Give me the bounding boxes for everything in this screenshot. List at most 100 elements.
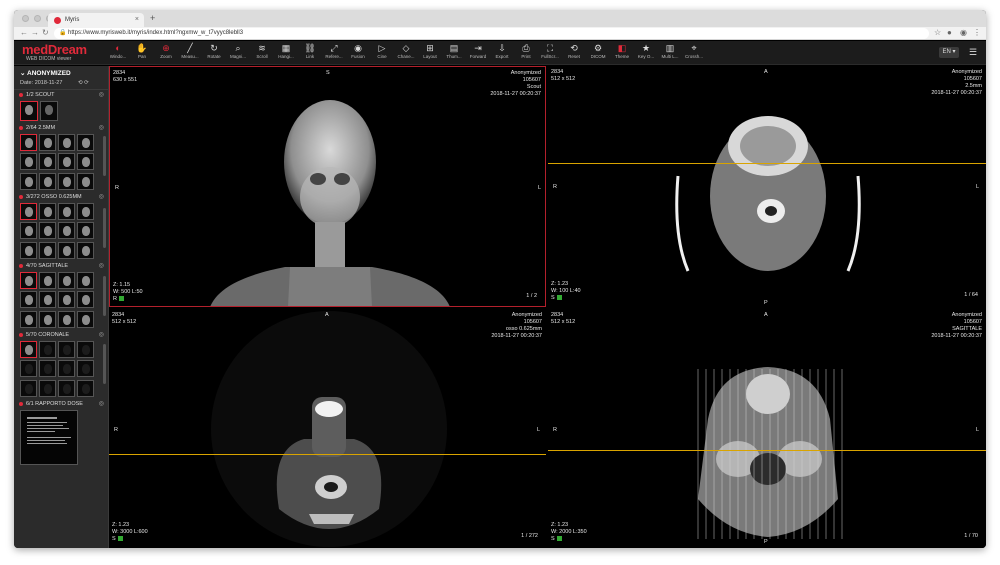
toolbar-button[interactable]: ⛓ Link	[298, 43, 322, 63]
series-header[interactable]: 6/1 RAPPORTO DOSE ◎	[14, 399, 108, 408]
thumbnail[interactable]	[77, 222, 94, 240]
browser-menu-icon[interactable]: ⋮	[973, 28, 981, 37]
eye-icon[interactable]: ◎	[99, 124, 104, 131]
toolbar-button[interactable]: ≋ Scroll	[250, 43, 274, 63]
thumbnail[interactable]	[20, 134, 37, 151]
toolbar-button[interactable]: ◉ Fusion	[346, 43, 370, 63]
thumbnail[interactable]	[20, 379, 37, 397]
thumbnail[interactable]	[77, 241, 94, 259]
toolbar-button[interactable]: ★ Key O...	[634, 43, 658, 63]
thumbnail[interactable]	[39, 241, 56, 259]
toolbar-button[interactable]: ⊕ Zoom	[154, 43, 178, 63]
thumbnail[interactable]	[20, 222, 37, 240]
viewport-sagittale[interactable]: 2834 512 x 512 Anonymized 105607 SAGITTALE 2…	[548, 309, 986, 548]
thumbnail[interactable]	[39, 222, 56, 240]
settings-sliders-icon[interactable]: ☰	[969, 47, 977, 58]
extension-icon[interactable]: ●	[947, 28, 952, 37]
viewport-axial-bone[interactable]: 2834 512 x 512 Anonymized 105607 osso 0.625…	[109, 309, 546, 548]
toolbar-button[interactable]: ⛶ FullScr...	[538, 43, 562, 63]
thumbnail[interactable]	[20, 172, 37, 190]
toolbar-button[interactable]: ▤ Thum...	[442, 43, 466, 63]
thumbnail[interactable]	[77, 310, 94, 328]
thumbnail[interactable]	[58, 222, 75, 240]
thumbnail[interactable]	[58, 379, 75, 397]
thumbnail[interactable]	[40, 101, 58, 121]
new-tab-button[interactable]: +	[150, 13, 155, 23]
thumbnail[interactable]	[77, 341, 94, 358]
thumbnail[interactable]	[20, 341, 37, 358]
toolbar-button[interactable]: ╱ Measu...	[178, 43, 202, 63]
patient-header[interactable]: ⌄ ANONYMIZED Date: 2018-11-27 ⟲ ⟳	[14, 66, 108, 90]
thumbnail[interactable]	[39, 172, 56, 190]
series-header[interactable]: 4/70 SAGITTALE ◎	[14, 261, 108, 270]
thumbnail[interactable]	[77, 272, 94, 289]
thumbnail[interactable]	[20, 241, 37, 259]
thumbnail[interactable]	[39, 134, 56, 151]
toolbar-button[interactable]: ⇩ Export	[490, 43, 514, 63]
thumbnail[interactable]	[39, 341, 56, 358]
eye-icon[interactable]: ◎	[99, 193, 104, 200]
back-icon[interactable]: ←	[20, 28, 28, 37]
series-header[interactable]: 5/70 CORONALE ◎	[14, 330, 108, 339]
thumbnail[interactable]	[58, 241, 75, 259]
toolbar-button[interactable]: ⌕ Magni...	[226, 43, 250, 63]
toolbar-button[interactable]: ⤢ Refere...	[322, 43, 346, 63]
series-scrollbar[interactable]	[103, 136, 106, 176]
url-input[interactable]: 🔒 https://www.myrisweb.it/myris/index.ht…	[54, 28, 929, 39]
thumbnail[interactable]	[58, 310, 75, 328]
thumbnail[interactable]	[77, 291, 94, 309]
reload-icon[interactable]: ↻	[42, 28, 49, 37]
thumbnail[interactable]	[20, 272, 37, 289]
series-header[interactable]: 3/272 OSSO 0.625MM ◎	[14, 192, 108, 201]
thumbnail[interactable]	[77, 172, 94, 190]
thumbnail[interactable]	[20, 101, 38, 121]
thumbnail[interactable]	[58, 172, 75, 190]
toolbar-button[interactable]: ◇ Chane...	[394, 43, 418, 63]
browser-tab[interactable]: Myris ×	[48, 13, 144, 27]
thumbnail[interactable]	[77, 153, 94, 171]
series-scrollbar[interactable]	[103, 208, 106, 248]
eye-icon[interactable]: ◎	[99, 262, 104, 269]
series-scrollbar[interactable]	[103, 276, 106, 316]
thumbnail[interactable]	[39, 272, 56, 289]
series-scrollbar[interactable]	[103, 344, 106, 384]
thumbnail[interactable]	[58, 153, 75, 171]
eye-icon[interactable]: ◎	[99, 400, 104, 407]
toolbar-button[interactable]: ✋ Pan	[130, 43, 154, 63]
dose-report-thumbnail[interactable]	[20, 410, 78, 465]
thumbnail[interactable]	[39, 360, 56, 378]
toolbar-button[interactable]: ⚙ DICOM	[586, 43, 610, 63]
thumbnail[interactable]	[58, 360, 75, 378]
toolbar-button[interactable]: ◧ Theme	[610, 43, 634, 63]
thumbnail[interactable]	[20, 153, 37, 171]
thumbnail[interactable]	[77, 360, 94, 378]
minimize-window-icon[interactable]	[34, 15, 41, 22]
toolbar-button[interactable]: ↻ Rotate	[202, 43, 226, 63]
thumbnail[interactable]	[77, 203, 94, 220]
toolbar-button[interactable]: ◐ Windo...	[106, 43, 130, 63]
collapse-chevron-icon[interactable]: ⌄	[20, 70, 25, 77]
toolbar-button[interactable]: ⊞ Layout	[418, 43, 442, 63]
thumbnail[interactable]	[20, 203, 37, 220]
forward-icon[interactable]: →	[31, 28, 39, 37]
toolbar-button[interactable]: ▥ Multi L...	[658, 43, 682, 63]
thumbnail[interactable]	[39, 291, 56, 309]
thumbnail[interactable]	[58, 134, 75, 151]
viewport-scout[interactable]: 2834 630 x 551 Anonymized 105607 Scout 2018-…	[109, 66, 546, 307]
language-select[interactable]: EN ▾	[939, 47, 959, 58]
thumbnail[interactable]	[58, 203, 75, 220]
series-header[interactable]: 2/64 2.5MM ◎	[14, 123, 108, 132]
thumbnail[interactable]	[20, 310, 37, 328]
thumbnail[interactable]	[58, 272, 75, 289]
thumbnail[interactable]	[77, 379, 94, 397]
thumbnail[interactable]	[20, 360, 37, 378]
eye-icon[interactable]: ◎	[99, 91, 104, 98]
thumbnail[interactable]	[39, 310, 56, 328]
series-header[interactable]: 1/2 SCOUT ◎	[14, 90, 108, 99]
viewport-axial-2-5mm[interactable]: 2834 512 x 512 Anonymized 105607 2.5mm 2018-…	[548, 66, 986, 307]
thumbnail[interactable]	[39, 379, 56, 397]
toolbar-button[interactable]: ⇥ Forward	[466, 43, 490, 63]
eye-icon[interactable]: ◎	[99, 331, 104, 338]
thumbnail[interactable]	[39, 153, 56, 171]
thumbnail[interactable]	[58, 341, 75, 358]
